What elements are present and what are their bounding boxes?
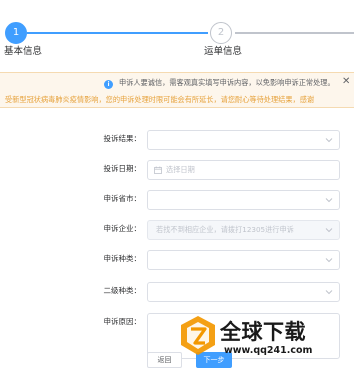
subtype-label: 二级种类：: [103, 286, 142, 295]
step-remaining-line: [235, 32, 354, 34]
type-select[interactable]: [147, 250, 340, 270]
steps-indicator: 1 2 基本信息 运单信息: [0, 0, 354, 60]
step-2-circle: 2: [210, 22, 232, 44]
notice-text: 申诉人要诚信，需客观真实填写申诉内容，以免影响申诉正常处理。: [119, 78, 335, 87]
step-2-label: 运单信息: [204, 46, 243, 57]
watermark-logo-icon: [181, 316, 215, 355]
watermark-url: www.qq241.com: [224, 345, 313, 356]
form-row-subtype: 二级种类：: [0, 282, 354, 302]
date-label: 投诉日期：: [103, 164, 142, 173]
form-row-date: 投诉日期： 选择日期: [0, 160, 354, 180]
form-row-result: 投诉结果：: [0, 130, 354, 150]
calendar-icon: [154, 166, 162, 174]
info-icon: i: [104, 80, 113, 89]
step-1-circle: 1: [5, 22, 27, 44]
step-progress-line: [27, 32, 208, 34]
watermark-title: 全球下载: [220, 320, 306, 344]
notice-banner: i 申诉人要诚信，需客观真实填写申诉内容，以免影响申诉正常处理。 ✕ 受新型冠状…: [0, 72, 354, 108]
back-button[interactable]: 返回: [147, 352, 182, 368]
province-label: 申诉省市：: [103, 194, 142, 203]
date-picker[interactable]: 选择日期: [147, 160, 340, 180]
reason-label: 申诉原因：: [103, 317, 142, 326]
type-label: 申诉种类：: [103, 254, 142, 263]
date-placeholder: 选择日期: [166, 165, 195, 174]
form-row-type: 申诉种类：: [0, 250, 354, 270]
chevron-down-icon: [325, 290, 333, 295]
notice-warning-text: 受新型冠状病毒肺炎疫情影响，您的申诉处理时限可能会有所延长，请您耐心等待处理结果…: [5, 95, 315, 104]
company-placeholder: 若找不到相应企业，请拨打12305进行申诉: [156, 225, 294, 234]
result-label: 投诉结果：: [103, 134, 142, 143]
chevron-down-icon: [325, 138, 333, 143]
watermark: 全球下载 www.qq241.com: [178, 314, 354, 364]
form-row-company: 申诉企业： 若找不到相应企业，请拨打12305进行申诉: [0, 220, 354, 240]
chevron-down-icon: [325, 228, 333, 233]
step-1-label: 基本信息: [4, 46, 43, 57]
close-icon[interactable]: ✕: [342, 76, 350, 87]
company-select: 若找不到相应企业，请拨打12305进行申诉: [147, 220, 340, 240]
chevron-down-icon: [325, 258, 333, 263]
result-select[interactable]: [147, 130, 340, 150]
company-label: 申诉企业：: [103, 224, 142, 233]
subtype-select[interactable]: [147, 282, 340, 302]
province-select[interactable]: [147, 190, 340, 210]
complaint-form-page: 1 2 基本信息 运单信息 i 申诉人要诚信，需客观真实填写申诉内容，以免影响申…: [0, 0, 354, 368]
chevron-down-icon: [325, 198, 333, 203]
form-row-province: 申诉省市：: [0, 190, 354, 210]
